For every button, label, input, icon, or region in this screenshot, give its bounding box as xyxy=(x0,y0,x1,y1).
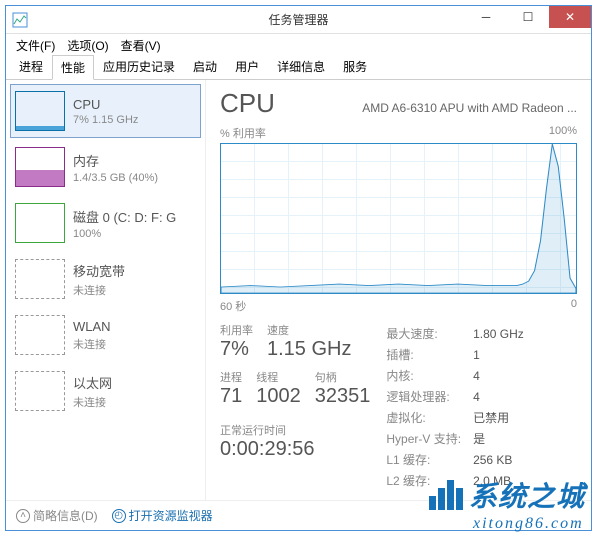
l1-k: L1 缓存: xyxy=(386,450,471,469)
app-icon xyxy=(12,12,28,28)
logical-k: 逻辑处理器: xyxy=(386,387,471,406)
detail-subtitle: AMD A6-6310 APU with AMD Radeon ... xyxy=(362,101,577,115)
hyperv-k: Hyper-V 支持: xyxy=(386,429,471,448)
l1-v: 256 KB xyxy=(473,450,534,469)
sidebar-item-disk[interactable]: 磁盘 0 (C: D: F: G 100% xyxy=(10,196,201,250)
chevron-up-icon: ˄ xyxy=(16,509,30,523)
minimize-button[interactable]: ─ xyxy=(465,6,507,28)
stat-handles: 32351 xyxy=(315,385,371,408)
sidebar-item-memory[interactable]: 内存 1.4/3.5 GB (40%) xyxy=(10,140,201,194)
detail-pane: CPU AMD A6-6310 APU with AMD Radeon ... … xyxy=(206,80,591,500)
maximize-button[interactable]: ☐ xyxy=(507,6,549,28)
stat-threads-label: 线程 xyxy=(256,369,301,385)
detail-title: CPU xyxy=(220,88,275,119)
stat-util: 7% xyxy=(220,338,253,361)
virt-v: 已禁用 xyxy=(473,408,534,427)
chart-label-right: 100% xyxy=(549,125,577,141)
mobile-broadband-icon xyxy=(15,259,65,299)
sidebar-item-label: 移动宽带 xyxy=(73,261,125,280)
sidebar-item-label: 磁盘 0 (C: D: F: G xyxy=(73,207,176,226)
sockets-k: 插槽: xyxy=(386,345,471,364)
watermark: 系统之城 xitong86.com xyxy=(429,475,585,533)
memory-icon xyxy=(15,147,65,187)
maxspeed-v: 1.80 GHz xyxy=(473,324,534,343)
stats: 利用率7% 速度1.15 GHz 进程71 线程1002 句柄32351 正常运… xyxy=(220,322,577,492)
sidebar-item-sub: 未连接 xyxy=(73,282,125,298)
cores-k: 内核: xyxy=(386,366,471,385)
stat-handles-label: 句柄 xyxy=(315,369,371,385)
virt-k: 虚拟化: xyxy=(386,408,471,427)
content: CPU 7% 1.15 GHz 内存 1.4/3.5 GB (40%) 磁盘 0 (… xyxy=(6,80,591,500)
tab-details[interactable]: 详细信息 xyxy=(268,54,334,79)
tab-apphistory[interactable]: 应用历史记录 xyxy=(94,54,184,79)
tab-startup[interactable]: 启动 xyxy=(184,54,226,79)
menubar: 文件(F) 选项(O) 查看(V) xyxy=(6,34,591,56)
sidebar-item-mobile[interactable]: 移动宽带未连接 xyxy=(10,252,201,306)
sidebar-item-cpu[interactable]: CPU 7% 1.15 GHz xyxy=(10,84,201,138)
stat-proc: 71 xyxy=(220,385,242,408)
sidebar-item-sub: 1.4/3.5 GB (40%) xyxy=(73,172,158,184)
stat-util-label: 利用率 xyxy=(220,322,253,338)
maxspeed-k: 最大速度: xyxy=(386,324,471,343)
fewer-details-button[interactable]: ˄简略信息(D) xyxy=(16,507,98,524)
sidebar-item-sub: 100% xyxy=(73,228,176,240)
close-button[interactable]: ✕ xyxy=(549,6,591,28)
sidebar-item-ethernet[interactable]: 以太网未连接 xyxy=(10,364,201,418)
sidebar-item-label: WLAN xyxy=(73,319,111,334)
sidebar-item-sub: 未连接 xyxy=(73,394,112,410)
chart-bottom-right: 0 xyxy=(571,298,577,314)
stats-right: 最大速度:1.80 GHz 插槽:1 内核:4 逻辑处理器:4 虚拟化:已禁用 … xyxy=(384,322,535,492)
menu-file[interactable]: 文件(F) xyxy=(12,35,59,56)
stat-uptime-label: 正常运行时间 xyxy=(220,422,370,438)
resmon-icon: ◴ xyxy=(112,509,126,523)
wlan-icon xyxy=(15,315,65,355)
stat-threads: 1002 xyxy=(256,385,301,408)
tab-performance[interactable]: 性能 xyxy=(52,55,94,80)
cpu-icon xyxy=(15,91,65,131)
stat-uptime: 0:00:29:56 xyxy=(220,438,370,461)
sidebar-item-sub: 未连接 xyxy=(73,336,111,352)
watermark-text: 系统之城 xyxy=(469,475,585,515)
sockets-v: 1 xyxy=(473,345,534,364)
hyperv-v: 是 xyxy=(473,429,534,448)
sidebar-item-label: 内存 xyxy=(73,151,158,170)
logical-v: 4 xyxy=(473,387,534,406)
tab-services[interactable]: 服务 xyxy=(334,54,376,79)
ethernet-icon xyxy=(15,371,65,411)
cpu-chart xyxy=(220,143,577,294)
menu-options[interactable]: 选项(O) xyxy=(63,35,112,56)
chart-label-left: % 利用率 xyxy=(220,125,266,141)
stat-proc-label: 进程 xyxy=(220,369,242,385)
watermark-icon xyxy=(429,480,463,510)
stat-speed-label: 速度 xyxy=(267,322,351,338)
tab-users[interactable]: 用户 xyxy=(226,54,268,79)
sidebar: CPU 7% 1.15 GHz 内存 1.4/3.5 GB (40%) 磁盘 0 (… xyxy=(6,80,206,500)
cores-v: 4 xyxy=(473,366,534,385)
sidebar-item-label: CPU xyxy=(73,97,138,112)
disk-icon xyxy=(15,203,65,243)
cpu-chart-line xyxy=(221,144,576,293)
titlebar: 任务管理器 ─ ☐ ✕ xyxy=(6,6,591,34)
watermark-url: xitong86.com xyxy=(473,515,585,533)
tab-processes[interactable]: 进程 xyxy=(10,54,52,79)
tabstrip: 进程 性能 应用历史记录 启动 用户 详细信息 服务 xyxy=(6,56,591,80)
sidebar-item-label: 以太网 xyxy=(73,373,112,392)
sidebar-item-sub: 7% 1.15 GHz xyxy=(73,114,138,126)
open-resmon-button[interactable]: ◴打开资源监视器 xyxy=(112,507,213,524)
window-buttons: ─ ☐ ✕ xyxy=(465,6,591,28)
window-title: 任务管理器 xyxy=(268,11,328,28)
stat-speed: 1.15 GHz xyxy=(267,338,351,361)
chart-bottom-left: 60 秒 xyxy=(220,298,246,314)
task-manager-window: 任务管理器 ─ ☐ ✕ 文件(F) 选项(O) 查看(V) 进程 性能 应用历史… xyxy=(5,5,592,531)
sidebar-item-wlan[interactable]: WLAN 未连接 xyxy=(10,308,201,362)
menu-view[interactable]: 查看(V) xyxy=(117,35,165,56)
